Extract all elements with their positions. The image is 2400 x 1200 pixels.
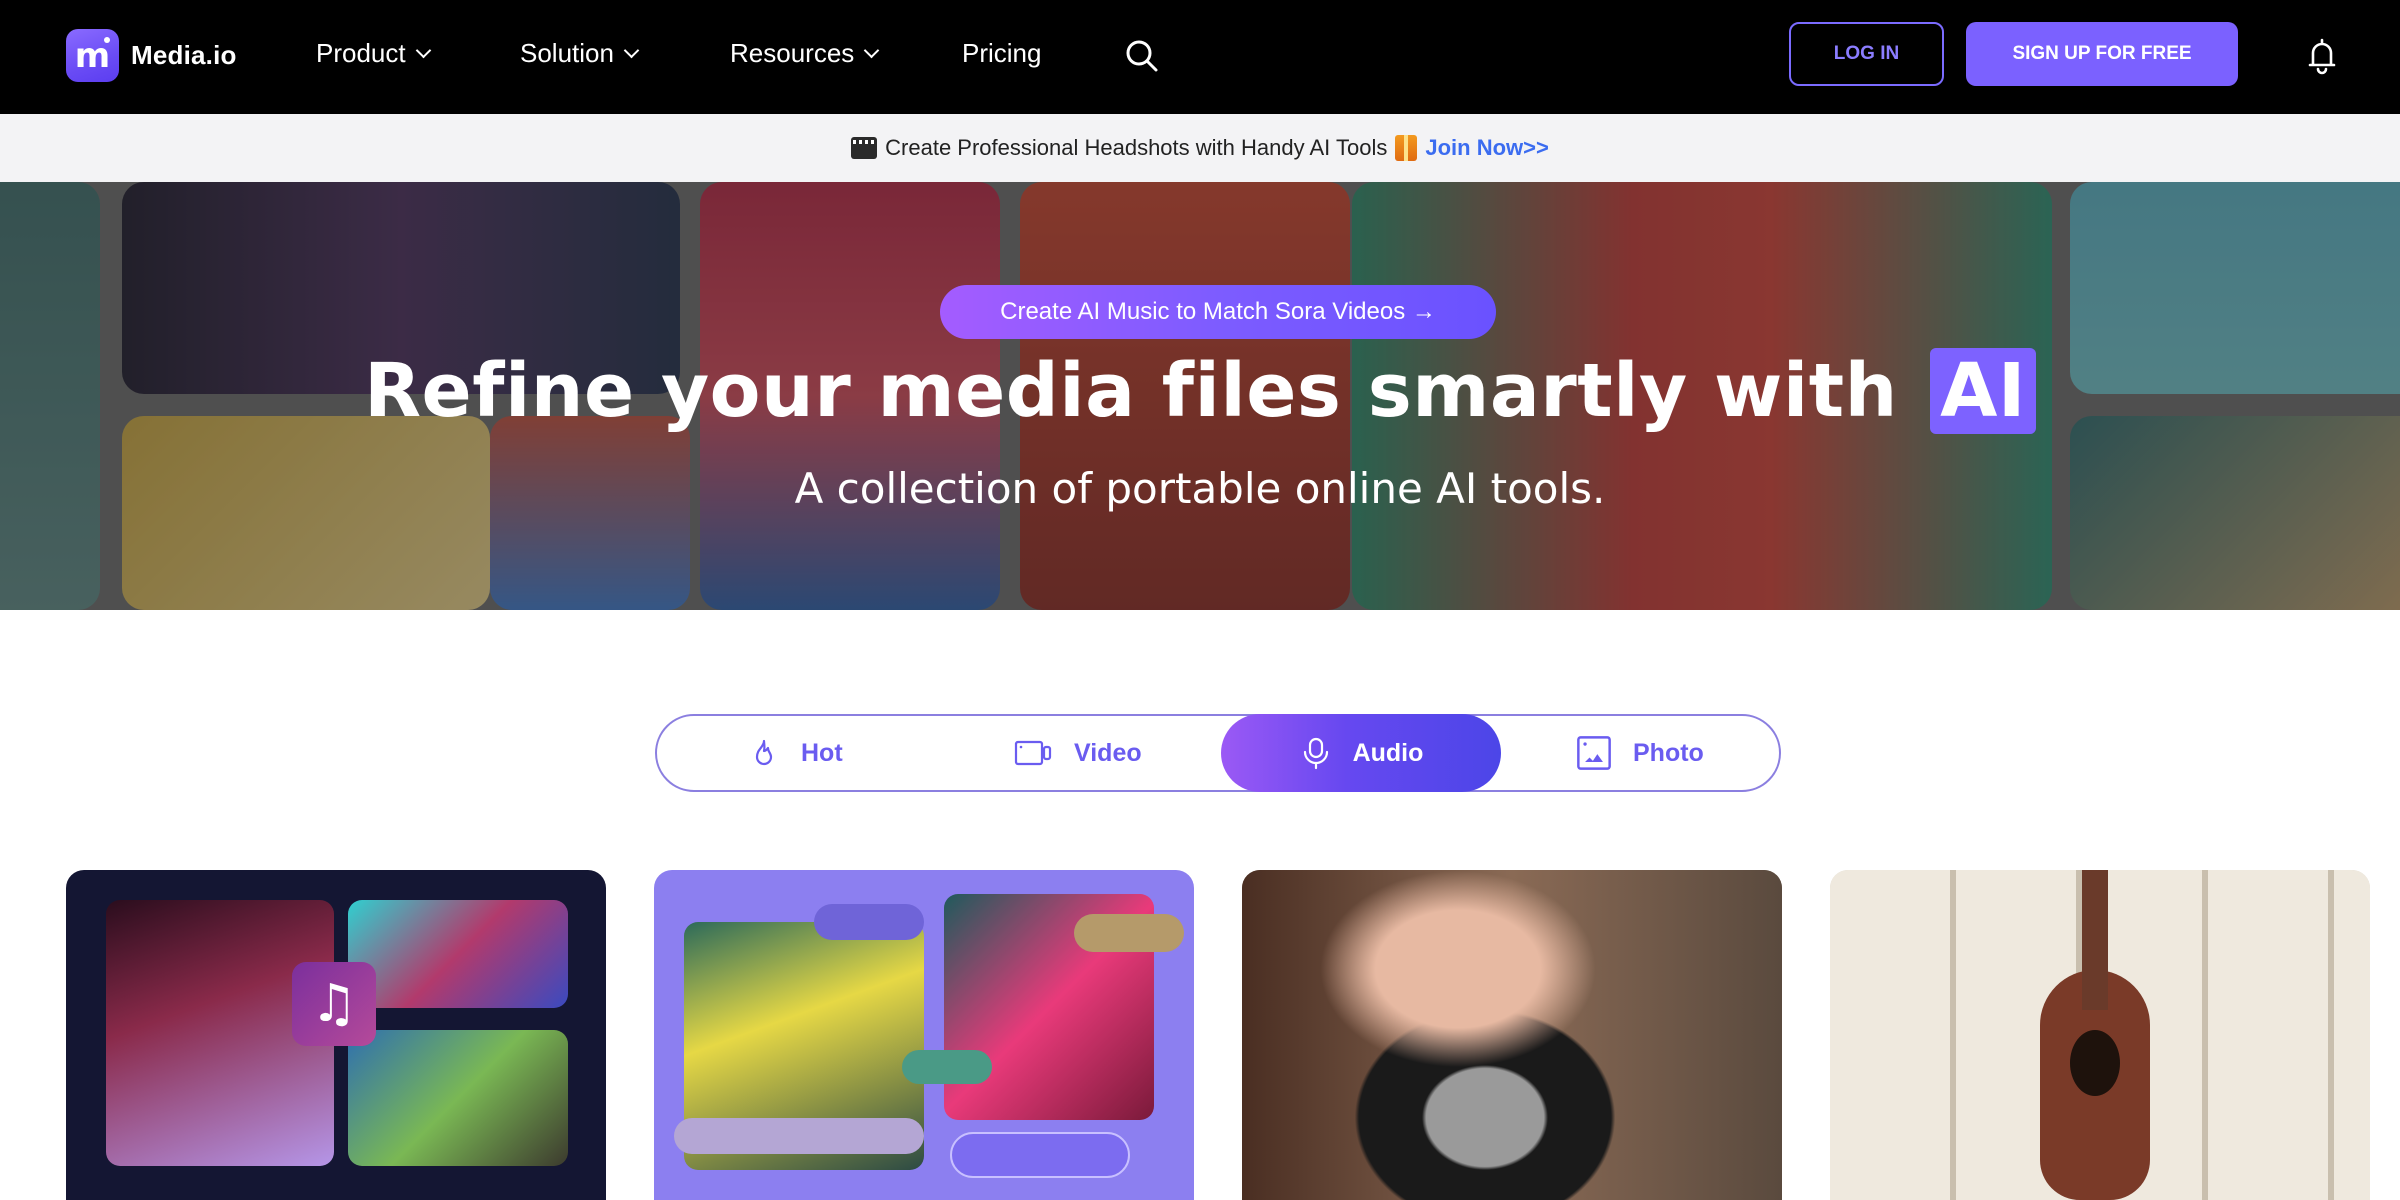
nav-item-product[interactable]: Product xyxy=(316,38,431,69)
hero-subtitle: A collection of portable online AI tools… xyxy=(794,464,1606,513)
image-icon xyxy=(1577,736,1611,770)
nav-item-pricing[interactable]: Pricing xyxy=(962,38,1041,69)
ai-voice-cover-card[interactable] xyxy=(654,870,1194,1200)
card-image xyxy=(1242,870,1782,1200)
voice-waveform-chip xyxy=(674,1118,924,1154)
tab-photo[interactable]: Photo xyxy=(1575,714,1704,792)
nav-label: Product xyxy=(316,38,406,68)
card-image xyxy=(348,1030,568,1166)
chevron-down-icon xyxy=(415,42,431,59)
search-icon[interactable] xyxy=(1124,38,1160,74)
sora-music-promo-button[interactable]: Create AI Music to Match Sora Videos → xyxy=(940,285,1496,339)
chevron-down-icon xyxy=(623,42,640,59)
ukulele-soundhole xyxy=(2070,1030,2120,1096)
bell-icon[interactable] xyxy=(2306,37,2338,75)
nav-item-solution[interactable]: Solution xyxy=(520,38,640,69)
video-camera-icon xyxy=(1014,740,1052,766)
announcement-bar: Create Professional Headshots with Handy… xyxy=(0,114,2400,182)
ukulele-neck xyxy=(2082,870,2108,1010)
nav-label: Pricing xyxy=(962,38,1042,68)
login-button[interactable]: LOG IN xyxy=(1789,22,1944,86)
ai-music-video-card[interactable]: ♫ xyxy=(66,870,606,1200)
signup-button[interactable]: SIGN UP FOR FREE xyxy=(1966,22,2238,86)
hero-title-text: Refine your media files smartly with xyxy=(364,348,1898,434)
tab-audio[interactable]: Audio xyxy=(1221,714,1501,792)
announcement-text: Create Professional Headshots with Handy… xyxy=(885,135,1388,160)
voice-waveform-chip xyxy=(814,904,924,940)
brand-logo[interactable]: m Media.io xyxy=(66,29,237,82)
vocal-recording-card[interactable] xyxy=(1242,870,1782,1200)
tab-label: Hot xyxy=(801,738,843,767)
join-now-link[interactable]: Join Now>> xyxy=(1425,135,1548,161)
nav-label: Solution xyxy=(520,38,614,68)
brand-name: Media.io xyxy=(131,40,237,70)
voice-waveform-chip xyxy=(950,1132,1130,1178)
flame-icon xyxy=(755,739,773,766)
microphone-icon xyxy=(1303,737,1328,770)
category-tabs: Hot Video Audio Photo xyxy=(655,714,1781,792)
chevron-down-icon xyxy=(864,42,880,59)
nav-item-resources[interactable]: Resources xyxy=(730,38,880,69)
media-io-logo-icon: m xyxy=(66,29,119,82)
ukulele-music-card[interactable] xyxy=(1830,870,2370,1200)
clapperboard-icon xyxy=(851,137,878,159)
tab-hot[interactable]: Hot xyxy=(747,714,843,792)
card-image xyxy=(348,900,568,1008)
voice-waveform-chip xyxy=(1074,914,1184,952)
hero-title: Refine your media files smartly with AI xyxy=(0,348,2400,434)
voice-waveform-chip xyxy=(902,1050,992,1084)
ai-highlight-badge: AI xyxy=(1930,348,2036,434)
hero-banner: Create AI Music to Match Sora Videos → R… xyxy=(0,182,2400,610)
gift-icon xyxy=(1395,135,1418,161)
tab-label: Photo xyxy=(1633,738,1704,767)
top-navigation-bar: m Media.io Product Solution Resources Pr… xyxy=(0,0,2400,114)
nav-label: Resources xyxy=(730,38,855,68)
tab-video[interactable]: Video xyxy=(1012,714,1142,792)
tab-label: Audio xyxy=(1352,738,1424,767)
tab-label: Video xyxy=(1074,738,1142,767)
music-note-icon: ♫ xyxy=(292,962,376,1046)
